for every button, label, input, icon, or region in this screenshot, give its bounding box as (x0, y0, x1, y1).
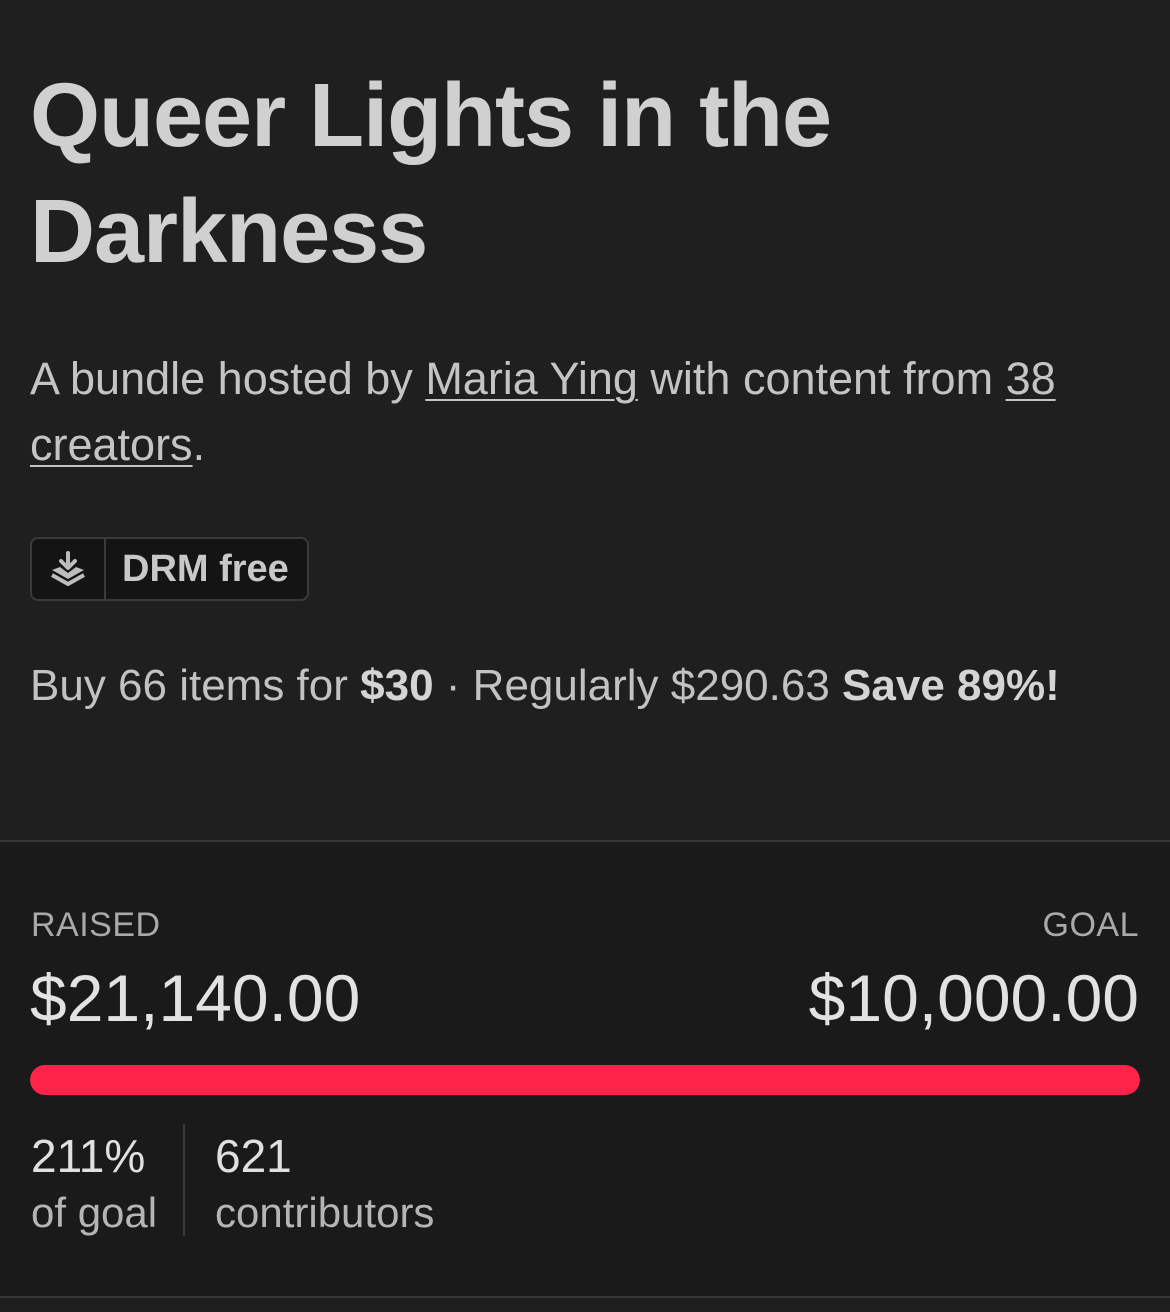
download-tray-icon (32, 539, 106, 599)
funding-progress-fill (30, 1065, 1140, 1095)
pricing-summary: Buy 66 items for $30 · Regularly $290.63… (30, 654, 1060, 718)
contributors-stat: 621 contributors (215, 1128, 434, 1242)
contributors-caption: contributors (215, 1189, 435, 1236)
contributors-value: 621 (215, 1130, 292, 1182)
percent-value: 211% (31, 1130, 146, 1182)
savings-text: Save 89%! (842, 661, 1060, 710)
byline-prefix: A bundle hosted by (30, 353, 426, 404)
raised-label: RAISED (31, 906, 161, 944)
bundle-price: $30 (360, 661, 434, 710)
next-section (0, 1298, 1170, 1312)
host-link[interactable]: Maria Ying (425, 353, 638, 404)
stat-separator (183, 1124, 185, 1236)
raised-amount: $21,140.00 (30, 961, 361, 1035)
buy-prefix: Buy 66 items for (30, 661, 361, 710)
byline-suffix: . (192, 419, 206, 470)
byline-middle: with content from (637, 353, 1006, 404)
goal-label: GOAL (1042, 906, 1139, 944)
bundle-header: Queer Lights in the Darkness A bundle ho… (0, 0, 1170, 840)
percent-of-goal-stat: 211% of goal (31, 1128, 157, 1242)
drm-free-label: DRM free (122, 547, 289, 590)
drm-free-badge: DRM free (30, 537, 309, 601)
regular-price: Regularly $290.63 (472, 661, 843, 710)
bundle-title: Queer Lights in the Darkness (30, 66, 832, 282)
funding-progress-bar (30, 1065, 1140, 1095)
percent-caption: of goal (31, 1189, 158, 1236)
goal-amount: $10,000.00 (808, 961, 1139, 1035)
funding-stats: RAISED GOAL $21,140.00 $10,000.00 211% o… (0, 842, 1170, 1296)
price-separator: · (433, 661, 473, 710)
bundle-byline: A bundle hosted by Maria Ying with conte… (30, 346, 1140, 478)
